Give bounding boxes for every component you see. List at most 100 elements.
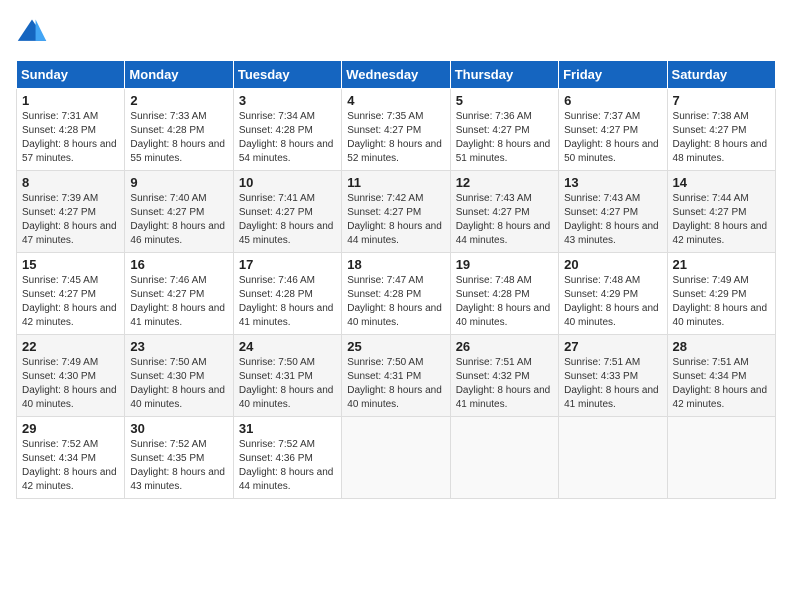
day-number: 13 <box>564 175 661 190</box>
calendar-cell: 25 Sunrise: 7:50 AM Sunset: 4:31 PM Dayl… <box>342 335 450 417</box>
day-info: Sunrise: 7:49 AM Sunset: 4:29 PM Dayligh… <box>673 274 770 330</box>
day-number: 8 <box>22 175 119 190</box>
calendar-cell: 16 Sunrise: 7:46 AM Sunset: 4:27 PM Dayl… <box>125 253 233 335</box>
day-number: 11 <box>347 175 444 190</box>
col-header-monday: Monday <box>125 61 233 89</box>
day-number: 21 <box>673 257 770 272</box>
day-number: 12 <box>456 175 553 190</box>
day-number: 10 <box>239 175 336 190</box>
day-number: 18 <box>347 257 444 272</box>
col-header-thursday: Thursday <box>450 61 558 89</box>
calendar-cell: 26 Sunrise: 7:51 AM Sunset: 4:32 PM Dayl… <box>450 335 558 417</box>
day-number: 29 <box>22 421 119 436</box>
calendar-cell: 3 Sunrise: 7:34 AM Sunset: 4:28 PM Dayli… <box>233 89 341 171</box>
calendar-week-row: 8 Sunrise: 7:39 AM Sunset: 4:27 PM Dayli… <box>17 171 776 253</box>
day-number: 23 <box>130 339 227 354</box>
day-number: 19 <box>456 257 553 272</box>
calendar-cell: 18 Sunrise: 7:47 AM Sunset: 4:28 PM Dayl… <box>342 253 450 335</box>
day-info: Sunrise: 7:51 AM Sunset: 4:33 PM Dayligh… <box>564 356 661 412</box>
col-header-sunday: Sunday <box>17 61 125 89</box>
logo <box>16 16 52 48</box>
day-number: 26 <box>456 339 553 354</box>
col-header-saturday: Saturday <box>667 61 775 89</box>
calendar-cell: 6 Sunrise: 7:37 AM Sunset: 4:27 PM Dayli… <box>559 89 667 171</box>
day-info: Sunrise: 7:50 AM Sunset: 4:30 PM Dayligh… <box>130 356 227 412</box>
calendar-week-row: 15 Sunrise: 7:45 AM Sunset: 4:27 PM Dayl… <box>17 253 776 335</box>
calendar-cell: 22 Sunrise: 7:49 AM Sunset: 4:30 PM Dayl… <box>17 335 125 417</box>
day-info: Sunrise: 7:38 AM Sunset: 4:27 PM Dayligh… <box>673 110 770 166</box>
calendar-cell <box>342 417 450 499</box>
calendar-cell <box>667 417 775 499</box>
day-number: 28 <box>673 339 770 354</box>
day-number: 9 <box>130 175 227 190</box>
day-number: 22 <box>22 339 119 354</box>
day-info: Sunrise: 7:52 AM Sunset: 4:35 PM Dayligh… <box>130 438 227 494</box>
day-info: Sunrise: 7:44 AM Sunset: 4:27 PM Dayligh… <box>673 192 770 248</box>
col-header-wednesday: Wednesday <box>342 61 450 89</box>
day-info: Sunrise: 7:40 AM Sunset: 4:27 PM Dayligh… <box>130 192 227 248</box>
calendar-cell: 5 Sunrise: 7:36 AM Sunset: 4:27 PM Dayli… <box>450 89 558 171</box>
day-info: Sunrise: 7:50 AM Sunset: 4:31 PM Dayligh… <box>347 356 444 412</box>
calendar-week-row: 1 Sunrise: 7:31 AM Sunset: 4:28 PM Dayli… <box>17 89 776 171</box>
day-number: 6 <box>564 93 661 108</box>
day-info: Sunrise: 7:50 AM Sunset: 4:31 PM Dayligh… <box>239 356 336 412</box>
calendar-cell: 7 Sunrise: 7:38 AM Sunset: 4:27 PM Dayli… <box>667 89 775 171</box>
calendar-cell: 24 Sunrise: 7:50 AM Sunset: 4:31 PM Dayl… <box>233 335 341 417</box>
col-header-tuesday: Tuesday <box>233 61 341 89</box>
day-info: Sunrise: 7:48 AM Sunset: 4:29 PM Dayligh… <box>564 274 661 330</box>
calendar-cell: 1 Sunrise: 7:31 AM Sunset: 4:28 PM Dayli… <box>17 89 125 171</box>
calendar-cell: 23 Sunrise: 7:50 AM Sunset: 4:30 PM Dayl… <box>125 335 233 417</box>
day-number: 7 <box>673 93 770 108</box>
day-info: Sunrise: 7:35 AM Sunset: 4:27 PM Dayligh… <box>347 110 444 166</box>
calendar-week-row: 29 Sunrise: 7:52 AM Sunset: 4:34 PM Dayl… <box>17 417 776 499</box>
day-number: 31 <box>239 421 336 436</box>
calendar-cell: 10 Sunrise: 7:41 AM Sunset: 4:27 PM Dayl… <box>233 171 341 253</box>
day-number: 17 <box>239 257 336 272</box>
calendar-cell: 21 Sunrise: 7:49 AM Sunset: 4:29 PM Dayl… <box>667 253 775 335</box>
calendar-cell: 30 Sunrise: 7:52 AM Sunset: 4:35 PM Dayl… <box>125 417 233 499</box>
day-info: Sunrise: 7:39 AM Sunset: 4:27 PM Dayligh… <box>22 192 119 248</box>
calendar-cell: 28 Sunrise: 7:51 AM Sunset: 4:34 PM Dayl… <box>667 335 775 417</box>
day-info: Sunrise: 7:52 AM Sunset: 4:34 PM Dayligh… <box>22 438 119 494</box>
calendar-cell: 12 Sunrise: 7:43 AM Sunset: 4:27 PM Dayl… <box>450 171 558 253</box>
calendar-cell: 15 Sunrise: 7:45 AM Sunset: 4:27 PM Dayl… <box>17 253 125 335</box>
day-info: Sunrise: 7:51 AM Sunset: 4:32 PM Dayligh… <box>456 356 553 412</box>
day-number: 5 <box>456 93 553 108</box>
calendar-week-row: 22 Sunrise: 7:49 AM Sunset: 4:30 PM Dayl… <box>17 335 776 417</box>
calendar-cell: 8 Sunrise: 7:39 AM Sunset: 4:27 PM Dayli… <box>17 171 125 253</box>
calendar-cell: 29 Sunrise: 7:52 AM Sunset: 4:34 PM Dayl… <box>17 417 125 499</box>
day-info: Sunrise: 7:37 AM Sunset: 4:27 PM Dayligh… <box>564 110 661 166</box>
day-number: 20 <box>564 257 661 272</box>
day-number: 27 <box>564 339 661 354</box>
day-info: Sunrise: 7:41 AM Sunset: 4:27 PM Dayligh… <box>239 192 336 248</box>
day-info: Sunrise: 7:31 AM Sunset: 4:28 PM Dayligh… <box>22 110 119 166</box>
day-number: 4 <box>347 93 444 108</box>
calendar-cell: 31 Sunrise: 7:52 AM Sunset: 4:36 PM Dayl… <box>233 417 341 499</box>
calendar-cell: 13 Sunrise: 7:43 AM Sunset: 4:27 PM Dayl… <box>559 171 667 253</box>
day-info: Sunrise: 7:49 AM Sunset: 4:30 PM Dayligh… <box>22 356 119 412</box>
day-info: Sunrise: 7:46 AM Sunset: 4:28 PM Dayligh… <box>239 274 336 330</box>
col-header-friday: Friday <box>559 61 667 89</box>
day-info: Sunrise: 7:43 AM Sunset: 4:27 PM Dayligh… <box>564 192 661 248</box>
day-info: Sunrise: 7:34 AM Sunset: 4:28 PM Dayligh… <box>239 110 336 166</box>
day-info: Sunrise: 7:36 AM Sunset: 4:27 PM Dayligh… <box>456 110 553 166</box>
logo-icon <box>16 16 48 48</box>
day-info: Sunrise: 7:45 AM Sunset: 4:27 PM Dayligh… <box>22 274 119 330</box>
calendar-cell: 2 Sunrise: 7:33 AM Sunset: 4:28 PM Dayli… <box>125 89 233 171</box>
day-number: 30 <box>130 421 227 436</box>
day-number: 24 <box>239 339 336 354</box>
day-info: Sunrise: 7:33 AM Sunset: 4:28 PM Dayligh… <box>130 110 227 166</box>
day-number: 2 <box>130 93 227 108</box>
day-info: Sunrise: 7:51 AM Sunset: 4:34 PM Dayligh… <box>673 356 770 412</box>
calendar-cell: 4 Sunrise: 7:35 AM Sunset: 4:27 PM Dayli… <box>342 89 450 171</box>
day-number: 15 <box>22 257 119 272</box>
page-header <box>16 16 776 48</box>
calendar-cell <box>450 417 558 499</box>
day-info: Sunrise: 7:43 AM Sunset: 4:27 PM Dayligh… <box>456 192 553 248</box>
calendar-cell: 9 Sunrise: 7:40 AM Sunset: 4:27 PM Dayli… <box>125 171 233 253</box>
day-info: Sunrise: 7:52 AM Sunset: 4:36 PM Dayligh… <box>239 438 336 494</box>
calendar-cell: 20 Sunrise: 7:48 AM Sunset: 4:29 PM Dayl… <box>559 253 667 335</box>
day-number: 25 <box>347 339 444 354</box>
day-info: Sunrise: 7:47 AM Sunset: 4:28 PM Dayligh… <box>347 274 444 330</box>
calendar-table: SundayMondayTuesdayWednesdayThursdayFrid… <box>16 60 776 499</box>
